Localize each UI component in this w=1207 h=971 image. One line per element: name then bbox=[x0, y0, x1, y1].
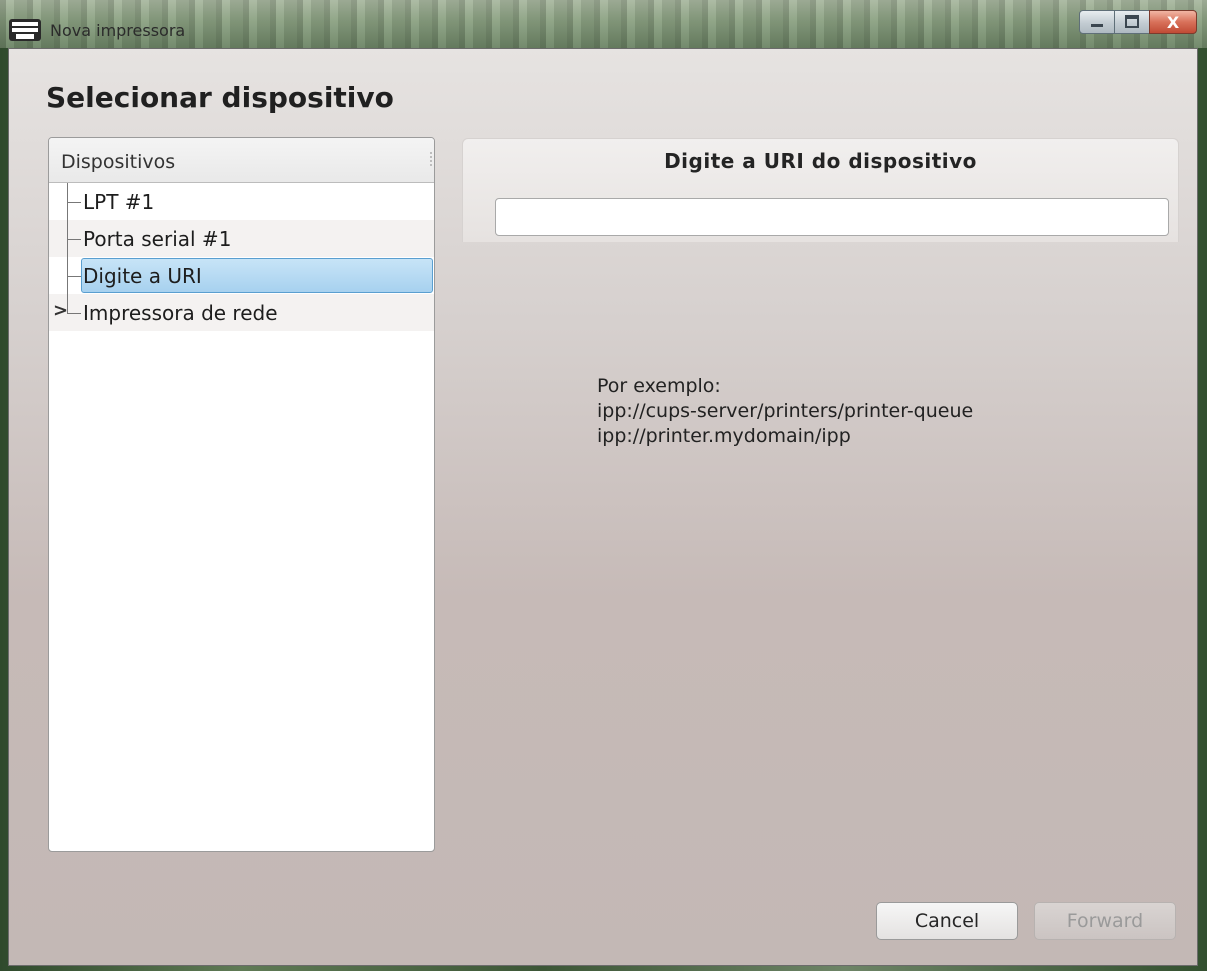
new-printer-window: Nova impressora X Selecionar dispositivo bbox=[0, 0, 1207, 971]
expand-arrow-icon[interactable]: > bbox=[53, 300, 68, 321]
printer-icon bbox=[9, 19, 41, 41]
tree-branch-line bbox=[67, 276, 81, 277]
dialog-content: Selecionar dispositivo Dispositivos LPT … bbox=[8, 48, 1198, 966]
tree-branch-line bbox=[67, 202, 81, 203]
tree-item-lpt1[interactable]: LPT #1 bbox=[49, 183, 434, 220]
minimize-icon bbox=[1091, 24, 1103, 27]
forward-button[interactable]: Forward bbox=[1034, 902, 1176, 940]
device-tree[interactable]: Dispositivos LPT #1 Porta serial #1 Digi… bbox=[48, 137, 435, 852]
tree-branch-line bbox=[67, 239, 81, 240]
tree-item-label: Digite a URI bbox=[83, 264, 202, 288]
tree-column-header[interactable]: Dispositivos bbox=[49, 138, 434, 183]
cancel-button[interactable]: Cancel bbox=[876, 902, 1018, 940]
uri-panel: Digite a URI do dispositivo bbox=[462, 138, 1179, 242]
uri-panel-title: Digite a URI do dispositivo bbox=[664, 149, 977, 173]
tree-header-label: Dispositivos bbox=[61, 151, 176, 173]
maximize-icon bbox=[1125, 15, 1139, 28]
minimize-button[interactable] bbox=[1079, 10, 1115, 34]
example-uri: ipp://printer.mydomain/ipp bbox=[597, 425, 851, 447]
tree-item-label: Porta serial #1 bbox=[83, 227, 232, 251]
tree-item-label: LPT #1 bbox=[83, 190, 155, 214]
window-controls: X bbox=[1079, 10, 1197, 36]
tree-item-enter-uri[interactable]: Digite a URI bbox=[49, 257, 434, 294]
tree-item-label: Impressora de rede bbox=[83, 301, 278, 325]
page-title: Selecionar dispositivo bbox=[46, 81, 394, 114]
close-icon: X bbox=[1167, 13, 1180, 32]
tree-item-serial-port-1[interactable]: Porta serial #1 bbox=[49, 220, 434, 257]
column-resize-grip[interactable] bbox=[430, 152, 434, 166]
example-heading: Por exemplo: bbox=[597, 375, 721, 397]
svg-text:X: X bbox=[1167, 13, 1180, 32]
title-bar[interactable]: Nova impressora X bbox=[0, 0, 1207, 48]
example-uri: ipp://cups-server/printers/printer-queue bbox=[597, 400, 974, 422]
uri-example-text: Por exemplo: ipp://cups-server/printers/… bbox=[597, 374, 973, 449]
tree-item-network-printer[interactable]: > Impressora de rede bbox=[49, 294, 434, 331]
close-button[interactable]: X bbox=[1149, 10, 1197, 34]
window-title: Nova impressora bbox=[50, 21, 186, 40]
tree-branch-line bbox=[67, 313, 81, 314]
device-uri-input[interactable] bbox=[495, 198, 1169, 236]
maximize-button[interactable] bbox=[1114, 10, 1150, 34]
